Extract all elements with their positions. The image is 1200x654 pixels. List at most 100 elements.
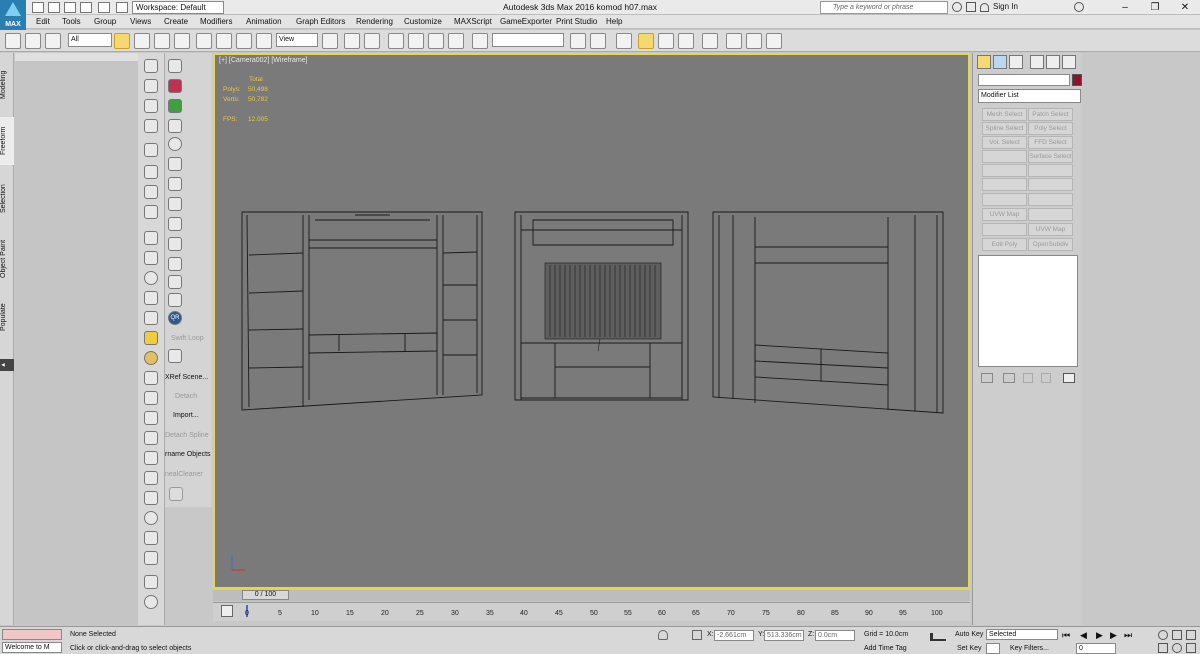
maximize-viewport-icon[interactable]	[1186, 643, 1196, 653]
current-frame-field[interactable]: 0	[1076, 643, 1116, 654]
ffd-select-button[interactable]: FFD Select	[1028, 136, 1073, 149]
uvw-map-button-2[interactable]: UVW Map	[1028, 223, 1073, 236]
menu-edit[interactable]: Edit	[36, 17, 50, 26]
pivot-center-icon[interactable]	[322, 33, 338, 49]
menu-maxscript[interactable]: MAXScript	[454, 17, 492, 26]
modifier-button-blank-3[interactable]	[1028, 164, 1073, 177]
set-key-button[interactable]: Set Key	[957, 645, 982, 652]
scene-wireframe[interactable]	[215, 55, 968, 587]
tool-icon-13[interactable]	[144, 311, 158, 325]
zoom-all-icon[interactable]	[1172, 630, 1182, 640]
modifier-button-blank-7[interactable]	[1028, 193, 1073, 206]
percent-snap-icon[interactable]	[428, 33, 444, 49]
layer-explorer-icon[interactable]	[616, 33, 632, 49]
track-bar[interactable]: 0 5 10 15 20 25 30 35 40 45 50 55 60 65 …	[213, 602, 970, 621]
menu-animation[interactable]: Animation	[246, 17, 282, 26]
mesh-select-button[interactable]: Mesh Select	[982, 108, 1027, 121]
tool-icon-16[interactable]	[144, 371, 158, 385]
sign-in-link[interactable]: Sign In	[993, 2, 1018, 11]
script-icon-7[interactable]	[168, 177, 182, 191]
render-production-icon[interactable]	[766, 33, 782, 49]
modifier-button-blank-9[interactable]	[982, 223, 1027, 236]
pan-icon[interactable]	[1158, 643, 1168, 653]
keyboard-shortcut-icon[interactable]	[364, 33, 380, 49]
help-icon[interactable]	[1074, 2, 1084, 12]
go-to-end-icon[interactable]: ⏭	[1124, 630, 1132, 641]
add-time-tag[interactable]: Add Time Tag	[864, 645, 907, 652]
rectangular-selection-icon[interactable]	[154, 33, 170, 49]
ribbon-toggle-icon[interactable]: ▸	[0, 359, 14, 371]
tool-icon-6[interactable]	[144, 165, 158, 179]
play-icon[interactable]: ▶	[1096, 630, 1103, 641]
curve-editor-icon[interactable]	[658, 33, 674, 49]
script-icon-6[interactable]	[168, 157, 182, 171]
material-editor-icon[interactable]	[702, 33, 718, 49]
script-icon-3[interactable]	[168, 99, 182, 113]
menu-group[interactable]: Group	[94, 17, 116, 26]
script-icon-9[interactable]	[168, 217, 182, 231]
script-icon-10[interactable]	[168, 237, 182, 251]
auto-key-button[interactable]: Auto Key	[955, 631, 983, 638]
lock-icon[interactable]	[169, 487, 183, 501]
select-and-move-icon[interactable]	[196, 33, 212, 49]
help-circle-icon[interactable]	[144, 595, 158, 609]
select-and-scale-icon[interactable]	[236, 33, 252, 49]
minimize-button[interactable]: –	[1110, 0, 1140, 15]
menu-modifiers[interactable]: Modifiers	[200, 17, 232, 26]
display-tab-icon[interactable]	[1046, 55, 1060, 69]
lock-selection-icon[interactable]	[658, 630, 668, 640]
transform-mode-icon[interactable]	[692, 630, 702, 640]
tab-modeling[interactable]: Modeling	[0, 61, 14, 109]
modifier-button-blank-4[interactable]	[982, 178, 1027, 191]
zoom-extents-icon[interactable]	[1186, 630, 1196, 640]
key-mode-dropdown[interactable]: Selected	[986, 629, 1058, 640]
modifier-button-blank-6[interactable]	[982, 193, 1027, 206]
surface-select-button[interactable]: Surface Select	[1028, 150, 1073, 163]
rename-objects-label[interactable]: rname Objects	[165, 451, 211, 458]
script-icon-1[interactable]	[168, 59, 182, 73]
modifier-button-blank-1[interactable]	[982, 150, 1027, 163]
snaps-toggle-icon[interactable]	[388, 33, 404, 49]
configure-modifier-sets-icon[interactable]	[1063, 373, 1075, 383]
render-setup-icon[interactable]	[726, 33, 742, 49]
script-icon-5[interactable]	[168, 137, 182, 151]
tool-icon-20[interactable]	[144, 451, 158, 465]
track-bar-menu-icon[interactable]	[221, 605, 233, 617]
key-icon[interactable]	[930, 633, 946, 641]
search-icon[interactable]	[952, 2, 962, 12]
manipulate-icon[interactable]	[344, 33, 360, 49]
menu-print-studio[interactable]: Print Studio	[556, 17, 597, 26]
workspace-dropdown[interactable]: Workspace: Default	[132, 1, 224, 14]
edit-named-selection-icon[interactable]	[472, 33, 488, 49]
angle-snap-icon[interactable]	[408, 33, 424, 49]
go-to-start-icon[interactable]: ⏮	[1062, 630, 1070, 641]
tool-icon-2[interactable]	[144, 79, 158, 93]
maxscript-output[interactable]: Welcome to M	[2, 642, 62, 653]
tool-icon-25[interactable]	[144, 551, 158, 565]
script-icon-4[interactable]	[168, 119, 182, 133]
selection-filter-dropdown[interactable]: All	[68, 33, 112, 47]
new-file-icon[interactable]	[32, 2, 44, 13]
spline-select-button[interactable]: Spline Select	[982, 122, 1027, 135]
swift-loop-label[interactable]: Swift Loop	[171, 335, 204, 342]
menu-views[interactable]: Views	[130, 17, 151, 26]
tool-icon-10[interactable]	[144, 251, 158, 265]
show-end-result-icon[interactable]	[1003, 373, 1015, 383]
save-file-icon[interactable]	[64, 2, 76, 13]
script-icon-8[interactable]	[168, 197, 182, 211]
maximize-button[interactable]: ❐	[1140, 0, 1170, 15]
tool-icon-23[interactable]	[144, 511, 158, 525]
select-and-place-icon[interactable]	[256, 33, 272, 49]
tool-icon-22[interactable]	[144, 491, 158, 505]
favorites-icon[interactable]	[966, 2, 976, 12]
open-file-icon[interactable]	[48, 2, 60, 13]
qr-icon[interactable]: QR	[168, 311, 182, 325]
light-icon[interactable]	[144, 331, 158, 345]
select-by-name-icon[interactable]	[134, 33, 150, 49]
right-wardrobe-unit[interactable]	[712, 211, 944, 414]
modify-tab-icon[interactable]	[993, 55, 1007, 69]
modifier-list-dropdown[interactable]: Modifier List	[978, 89, 1081, 103]
remove-modifier-icon[interactable]	[1041, 373, 1051, 383]
tool-icon-19[interactable]	[144, 431, 158, 445]
hierarchy-tab-icon[interactable]	[1009, 55, 1023, 69]
